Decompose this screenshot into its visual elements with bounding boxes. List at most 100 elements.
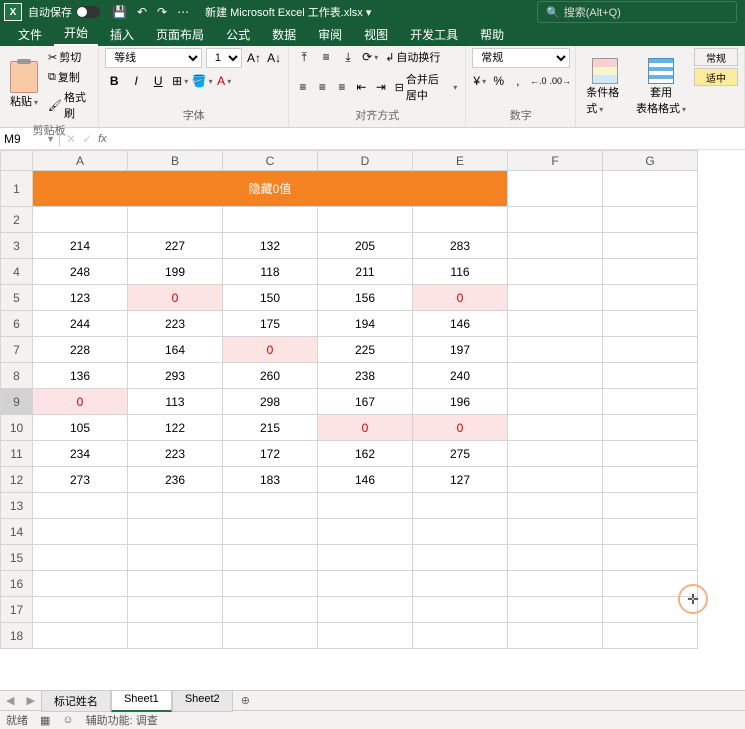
cell[interactable] xyxy=(603,415,698,441)
cell[interactable] xyxy=(508,259,603,285)
cell[interactable]: 105 xyxy=(33,415,128,441)
title-cell[interactable]: 隐藏0值 xyxy=(33,171,508,207)
cell[interactable] xyxy=(318,623,413,649)
cell[interactable] xyxy=(603,493,698,519)
row-header-13[interactable]: 13 xyxy=(1,493,33,519)
cell[interactable]: 283 xyxy=(413,233,508,259)
cell[interactable] xyxy=(223,493,318,519)
cell[interactable]: 260 xyxy=(223,363,318,389)
cell[interactable]: 236 xyxy=(128,467,223,493)
cell[interactable]: 298 xyxy=(223,389,318,415)
cell[interactable] xyxy=(223,545,318,571)
cell[interactable] xyxy=(508,207,603,233)
cell[interactable] xyxy=(603,389,698,415)
merge-center-button[interactable]: ⊟合并后居中 xyxy=(393,70,460,104)
col-header-E[interactable]: E xyxy=(413,151,508,171)
filename-label[interactable]: 新建 Microsoft Excel 工作表.xlsx ▾ xyxy=(205,4,371,20)
cell[interactable] xyxy=(603,285,698,311)
cell[interactable] xyxy=(33,493,128,519)
cell[interactable] xyxy=(33,597,128,623)
row-header-15[interactable]: 15 xyxy=(1,545,33,571)
redo-icon[interactable]: ↷ xyxy=(157,5,167,19)
fx-confirm-icon[interactable]: ✓ xyxy=(82,132,92,146)
cell[interactable]: 194 xyxy=(318,311,413,337)
cell[interactable]: 0 xyxy=(318,415,413,441)
tab-审阅[interactable]: 审阅 xyxy=(308,23,352,46)
add-sheet-button[interactable]: ⊕ xyxy=(233,694,258,707)
sheet-tab-Sheet2[interactable]: Sheet2 xyxy=(172,690,233,712)
row-header-14[interactable]: 14 xyxy=(1,519,33,545)
cell[interactable]: 123 xyxy=(33,285,128,311)
cell[interactable] xyxy=(413,623,508,649)
chevron-down-icon[interactable]: ▼ xyxy=(46,134,55,144)
cell[interactable]: 150 xyxy=(223,285,318,311)
cell-style-mid[interactable]: 适中 xyxy=(694,68,738,86)
row-header-2[interactable]: 2 xyxy=(1,207,33,233)
cell[interactable] xyxy=(603,207,698,233)
cell[interactable]: 205 xyxy=(318,233,413,259)
cell[interactable]: 0 xyxy=(413,415,508,441)
font-name-select[interactable]: 等线 xyxy=(105,48,202,68)
cell[interactable]: 167 xyxy=(318,389,413,415)
cell[interactable]: 0 xyxy=(223,337,318,363)
align-left-icon[interactable]: ≡ xyxy=(295,78,311,96)
cell[interactable] xyxy=(223,623,318,649)
cell[interactable] xyxy=(603,467,698,493)
cell[interactable] xyxy=(223,207,318,233)
cell[interactable] xyxy=(508,285,603,311)
paste-button[interactable]: 粘贴 xyxy=(6,48,42,122)
row-header-17[interactable]: 17 xyxy=(1,597,33,623)
tab-页面布局[interactable]: 页面布局 xyxy=(146,23,214,46)
cell[interactable]: 293 xyxy=(128,363,223,389)
row-header-1[interactable]: 1 xyxy=(1,171,33,207)
row-header-11[interactable]: 11 xyxy=(1,441,33,467)
decrease-decimal-icon[interactable]: .00→ xyxy=(551,72,569,90)
cell[interactable]: 214 xyxy=(33,233,128,259)
cell[interactable]: 0 xyxy=(33,389,128,415)
cell[interactable] xyxy=(508,467,603,493)
name-box[interactable]: M9 ▼ xyxy=(0,132,60,146)
cell[interactable]: 196 xyxy=(413,389,508,415)
cell[interactable] xyxy=(508,171,603,207)
col-header-G[interactable]: G xyxy=(603,151,698,171)
conditional-format-button[interactable]: 条件格式 xyxy=(582,48,628,125)
row-header-16[interactable]: 16 xyxy=(1,571,33,597)
fill-color-button[interactable]: 🪣 xyxy=(193,72,211,90)
row-header-18[interactable]: 18 xyxy=(1,623,33,649)
cell[interactable] xyxy=(33,623,128,649)
cell[interactable] xyxy=(318,545,413,571)
percent-icon[interactable]: % xyxy=(491,72,506,90)
cell[interactable] xyxy=(33,519,128,545)
number-format-select[interactable]: 常规 xyxy=(472,48,570,68)
cell[interactable] xyxy=(508,415,603,441)
cell[interactable] xyxy=(508,363,603,389)
cell[interactable] xyxy=(128,623,223,649)
fx-icon[interactable]: fx xyxy=(98,133,107,145)
comma-icon[interactable]: , xyxy=(510,72,525,90)
cell[interactable] xyxy=(603,441,698,467)
align-right-icon[interactable]: ≡ xyxy=(334,78,350,96)
cell[interactable] xyxy=(508,311,603,337)
increase-font-icon[interactable]: A↑ xyxy=(246,49,262,67)
tab-数据[interactable]: 数据 xyxy=(262,23,306,46)
tab-插入[interactable]: 插入 xyxy=(100,23,144,46)
cell[interactable]: 132 xyxy=(223,233,318,259)
increase-decimal-icon[interactable]: ←.0 xyxy=(529,72,547,90)
tab-开始[interactable]: 开始 xyxy=(54,21,98,46)
cell[interactable]: 162 xyxy=(318,441,413,467)
cell[interactable] xyxy=(223,519,318,545)
cell[interactable]: 275 xyxy=(413,441,508,467)
decrease-font-icon[interactable]: A↓ xyxy=(266,49,282,67)
sheet-nav-next-icon[interactable]: ▶ xyxy=(20,694,40,707)
cut-button[interactable]: ✂剪切 xyxy=(46,48,92,66)
cell[interactable] xyxy=(413,493,508,519)
cell[interactable] xyxy=(508,441,603,467)
formula-input[interactable] xyxy=(113,131,739,146)
cell[interactable]: 175 xyxy=(223,311,318,337)
row-header-4[interactable]: 4 xyxy=(1,259,33,285)
status-grid-icon[interactable]: ▦ xyxy=(40,714,50,727)
cell[interactable] xyxy=(603,519,698,545)
cell[interactable] xyxy=(318,597,413,623)
copy-button[interactable]: ⧉复制 xyxy=(46,68,92,86)
cell[interactable] xyxy=(508,519,603,545)
